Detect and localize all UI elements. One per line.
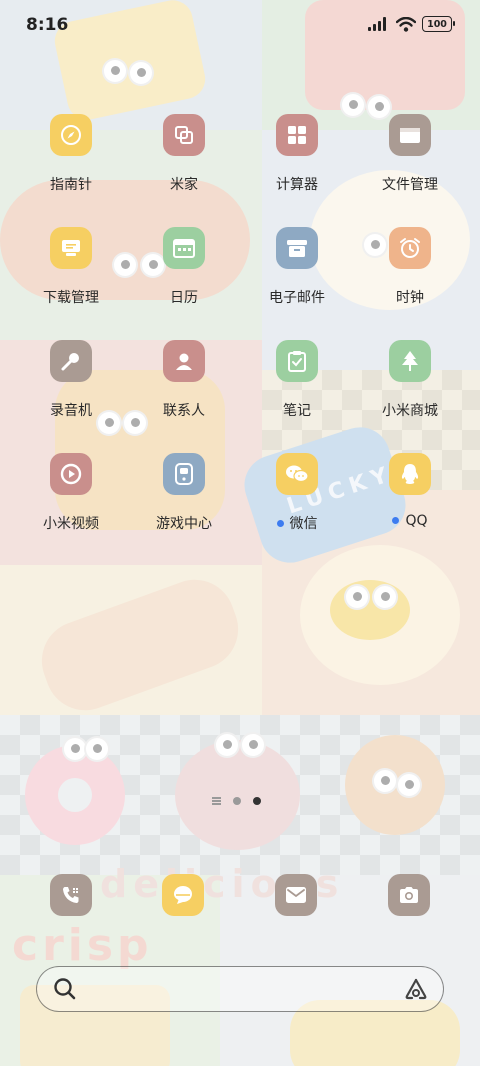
app-notes[interactable]: 笔记 [247, 340, 347, 440]
app-calculator[interactable]: 计算器 [247, 114, 347, 214]
app-label: 米家 [170, 177, 198, 193]
dock-mail[interactable] [275, 874, 317, 916]
camera-icon [400, 887, 418, 903]
status-time: 8:16 [26, 15, 69, 35]
app-label: 游戏中心 [156, 516, 212, 532]
dock-camera[interactable] [388, 874, 430, 916]
mailbox-icon [276, 227, 318, 269]
app-label: 录音机 [50, 403, 92, 419]
app-label: 文件管理 [382, 177, 438, 193]
alarm-clock-icon [389, 227, 431, 269]
calculator-icon [276, 114, 318, 156]
app-compass[interactable]: 指南针 [21, 114, 121, 214]
app-clock[interactable]: 时钟 [360, 227, 460, 327]
search-icon[interactable] [53, 977, 77, 1001]
app-label: 小米视频 [43, 516, 99, 532]
phone-icon [63, 887, 79, 903]
app-downloads[interactable]: 下载管理 [21, 227, 121, 327]
notes-icon [276, 340, 318, 382]
folder-icon [389, 114, 431, 156]
qq-penguin-icon [389, 453, 431, 495]
dock-messages[interactable] [162, 874, 204, 916]
status-icons: 100 [368, 16, 455, 32]
compass-icon [50, 114, 92, 156]
app-calendar[interactable]: 日历 [134, 227, 234, 327]
app-label: 下载管理 [43, 290, 99, 306]
play-icon [50, 453, 92, 495]
microphone-icon [50, 340, 92, 382]
contact-icon [163, 340, 205, 382]
new-badge-dot [392, 516, 400, 524]
wifi-icon [396, 16, 416, 32]
new-badge-dot [276, 519, 284, 527]
page-dot [233, 797, 241, 805]
app-label: 计算器 [276, 177, 318, 193]
app-file-manager[interactable]: 文件管理 [360, 114, 460, 214]
app-label: 电子邮件 [269, 290, 325, 306]
assistant-icon[interactable] [403, 977, 429, 1001]
app-label: 时钟 [396, 290, 424, 306]
app-label: 小米商城 [382, 403, 438, 419]
battery-icon: 100 [422, 16, 455, 32]
app-label-text: QQ [405, 513, 428, 529]
battery-level: 100 [427, 18, 447, 30]
app-mi-store[interactable]: 小米商城 [360, 340, 460, 440]
app-email[interactable]: 电子邮件 [247, 227, 347, 327]
mijia-icon [163, 114, 205, 156]
app-label: 日历 [170, 290, 198, 306]
app-game-center[interactable]: 游戏中心 [134, 453, 234, 553]
app-label: 微信 [247, 513, 347, 533]
mail-icon [286, 887, 306, 903]
app-mijia[interactable]: 米家 [134, 114, 234, 214]
wechat-icon [276, 453, 318, 495]
app-label-text: 微信 [289, 516, 318, 532]
status-bar: 8:16 100 [0, 0, 480, 50]
page-dot-active [253, 797, 261, 805]
app-contacts[interactable]: 联系人 [134, 340, 234, 440]
app-label: 笔记 [283, 403, 311, 419]
page-indicator[interactable] [212, 797, 261, 805]
tree-icon [389, 340, 431, 382]
search-bar[interactable] [36, 966, 444, 1012]
minus-one-screen-indicator [212, 797, 221, 805]
calendar-icon [163, 227, 205, 269]
app-mi-video[interactable]: 小米视频 [21, 453, 121, 553]
chat-bubble-icon [174, 886, 192, 904]
gamepad-icon [163, 453, 205, 495]
download-icon [50, 227, 92, 269]
dock-phone[interactable] [50, 874, 92, 916]
app-wechat[interactable]: 微信 [247, 453, 347, 553]
app-recorder[interactable]: 录音机 [21, 340, 121, 440]
app-label: 指南针 [50, 177, 92, 193]
app-label: 联系人 [163, 403, 205, 419]
app-label: QQ [360, 513, 460, 529]
signal-icon [368, 17, 386, 31]
app-qq[interactable]: QQ [360, 453, 460, 553]
